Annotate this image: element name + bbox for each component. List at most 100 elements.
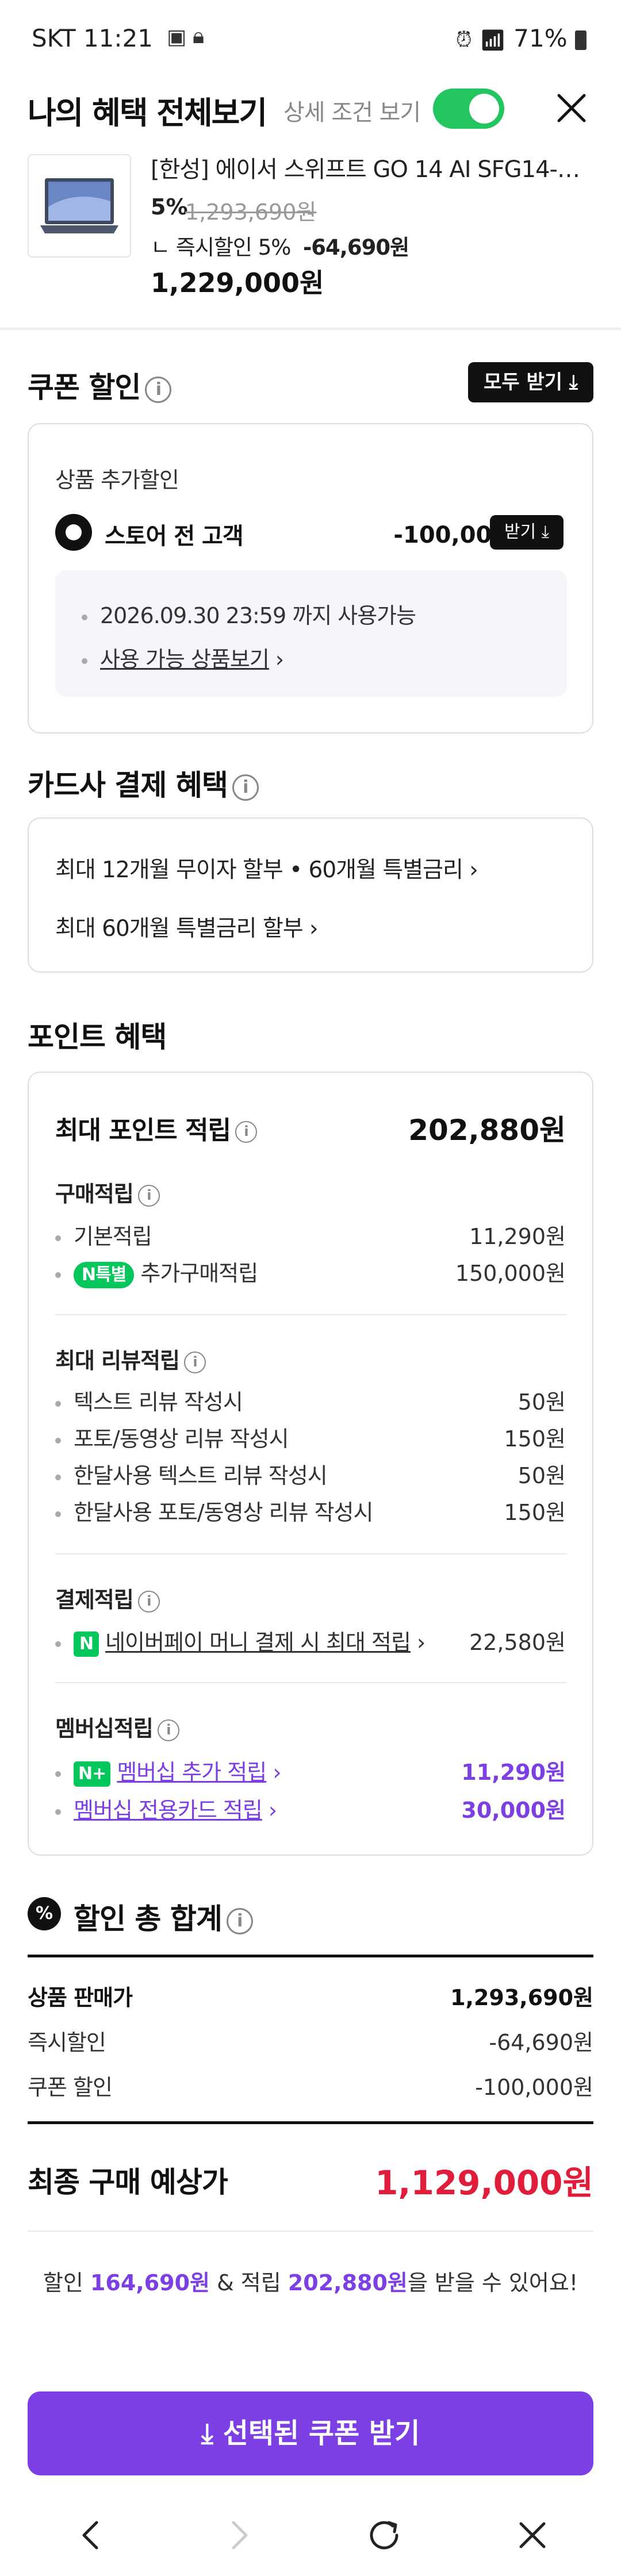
card-benefit-1[interactable]: 최대 12개월 무이자 할부 • 60개월 특별금리 › xyxy=(55,852,478,884)
membership-title: 멤버십적립 i xyxy=(55,1711,179,1742)
purchase-extra-label: 추가구매적립 xyxy=(140,1261,258,1286)
info-icon[interactable]: i xyxy=(157,1719,179,1741)
total-row-label: 상품 판매가 xyxy=(28,1985,133,2010)
purchase-basic-label: 기본적립 xyxy=(74,1224,152,1249)
coupon-detail: 2026.09.30 23:59 까지 사용가능 사용 가능 상품보기 › xyxy=(55,570,567,697)
page-title: 나의 혜택 전체보기 xyxy=(28,95,267,131)
total-section-title: 할인 총 합계 i xyxy=(74,1896,253,1937)
info-icon[interactable]: i xyxy=(226,1907,253,1934)
info-icon[interactable]: i xyxy=(232,774,259,801)
product-original-price: 1,293,690원 xyxy=(185,199,317,225)
total-row-label: 즉시할인 xyxy=(28,2030,106,2055)
summary-pre: 할인 xyxy=(43,2270,83,2295)
info-icon[interactable]: i xyxy=(184,1351,206,1373)
purchase-basic-value: 11,290원 xyxy=(469,1224,566,1249)
membership-card-row[interactable]: 멤버십 전용카드 적립 › xyxy=(55,1792,277,1824)
total-row-value: -100,000원 xyxy=(475,2075,593,2100)
download-icon: ⤓ xyxy=(569,371,578,394)
review-row: 텍스트 리뷰 작성시 xyxy=(55,1384,243,1416)
payment-title: 결제적립 i xyxy=(55,1582,160,1614)
max-points-label: 최대 포인트 적립 i xyxy=(55,1110,257,1146)
review-title-text: 최대 리뷰적립 xyxy=(55,1348,180,1373)
review-title: 최대 리뷰적립 i xyxy=(55,1343,206,1375)
close-icon[interactable] xyxy=(555,92,588,124)
purchase-title-text: 구매적립 xyxy=(55,1181,134,1207)
info-icon[interactable]: i xyxy=(137,1590,160,1613)
card-title: 카드사 결제 혜택 xyxy=(28,769,228,802)
receive-all-button[interactable]: 모두 받기 ⤓ xyxy=(468,362,593,402)
lock-icon: 🔒︎ xyxy=(193,23,205,48)
summary-discount: 164,690원 xyxy=(90,2270,210,2295)
points-box: 최대 포인트 적립 i 202,880원 구매적립 i 기본적립 11,290원 N… xyxy=(28,1072,593,1856)
summary-points: 202,880원 xyxy=(288,2270,408,2295)
membership-card-value: 30,000원 xyxy=(461,1798,566,1823)
membership-row[interactable]: N+ 멤버십 추가 적립 › xyxy=(55,1755,282,1787)
product-image xyxy=(28,154,131,258)
review-value: 150원 xyxy=(504,1426,566,1452)
instant-amount: -64,690원 xyxy=(302,235,409,260)
receive-all-label: 모두 받기 xyxy=(484,371,563,394)
info-icon[interactable]: i xyxy=(145,376,172,403)
review-label: 텍스트 리뷰 작성시 xyxy=(74,1389,243,1415)
product-name[interactable]: [한성] 에이서 스위프트 GO 14 AI SFG14-75-5... xyxy=(151,151,593,184)
review-label: 한달사용 텍스트 리뷰 작성시 xyxy=(74,1463,328,1488)
separator xyxy=(55,1553,567,1554)
status-right: ⏰︎ 📶︎ 71% xyxy=(456,24,586,52)
total-row-label: 쿠폰 할인 xyxy=(28,2075,113,2100)
product-price: 1,229,000원 xyxy=(151,267,324,298)
total-row-value: 1,293,690원 xyxy=(450,1985,593,2010)
payment-label: 네이버페이 머니 결제 시 최대 적립 xyxy=(105,1630,411,1655)
review-row: 한달사용 텍스트 리뷰 작성시 xyxy=(55,1458,328,1489)
coupon-section-title: 쿠폰 할인 i xyxy=(28,364,172,406)
info-icon[interactable]: i xyxy=(235,1121,257,1143)
detail-toggle-label: 상세 조건 보기 xyxy=(283,99,421,126)
product-instant-discount: ㄴ 즉시할인 5% -64,690원 xyxy=(151,230,409,261)
gallery-icon: ▣ xyxy=(167,25,187,49)
detail-toggle[interactable] xyxy=(433,89,504,129)
purchase-extra-value: 150,000원 xyxy=(455,1261,566,1286)
browser-nav-bar xyxy=(0,2495,621,2576)
coupon-box-title: 상품 추가할인 xyxy=(55,467,179,493)
n-special-badge: N특별 xyxy=(74,1261,135,1288)
coupon-products-text: 사용 가능 상품보기 xyxy=(100,647,270,672)
back-icon[interactable] xyxy=(68,2512,114,2558)
receive-selected-coupons-button[interactable]: ⤓ 선택된 쿠폰 받기 xyxy=(28,2391,593,2475)
review-label: 한달사용 포토/동영상 리뷰 작성시 xyxy=(74,1500,373,1525)
alarm-icon: ⏰︎ xyxy=(455,28,472,52)
refresh-icon[interactable] xyxy=(361,2512,407,2558)
info-icon[interactable]: i xyxy=(137,1184,160,1207)
battery-icon xyxy=(575,30,586,50)
close-tab-icon[interactable] xyxy=(509,2512,555,2558)
naverpay-icon: N xyxy=(74,1631,99,1657)
total-row-value: -64,690원 xyxy=(489,2030,593,2055)
toggle-knob xyxy=(469,94,499,124)
final-price-value: 1,129,000원 xyxy=(375,2163,593,2202)
max-points-text: 최대 포인트 적립 xyxy=(55,1116,231,1145)
card-box: 최대 12개월 무이자 할부 • 60개월 특별금리 › 최대 60개월 특별금… xyxy=(28,817,593,973)
wifi-icon: 📶︎ xyxy=(480,28,506,52)
final-price-label: 최종 구매 예상가 xyxy=(28,2166,228,2199)
max-points-value: 202,880원 xyxy=(408,1114,566,1147)
summary-mid: & 적립 xyxy=(217,2270,281,2295)
review-value: 50원 xyxy=(518,1463,566,1488)
status-bar: SKT 11:21 ▣ 🔒︎ ⏰︎ 📶︎ 71% xyxy=(0,0,621,75)
review-row: 포토/동영상 리뷰 작성시 xyxy=(55,1421,289,1453)
purchase-row-basic: 기본적립 xyxy=(55,1219,152,1250)
forward-icon[interactable] xyxy=(216,2512,262,2558)
payment-row[interactable]: N 네이버페이 머니 결제 시 최대 적립 › xyxy=(55,1625,425,1657)
download-icon: ⤓ xyxy=(201,2417,213,2450)
receive-coupon-button[interactable]: 받기 ⤓ xyxy=(490,515,564,550)
coupon-box: 상품 추가할인 스토어 전 고객 -100,000원 받기 ⤓ 2026.09.… xyxy=(28,423,593,734)
total-title: 할인 총 합계 xyxy=(74,1902,223,1936)
review-value: 150원 xyxy=(504,1500,566,1525)
payment-title-text: 결제적립 xyxy=(55,1587,134,1613)
percent-icon: % xyxy=(28,1897,61,1930)
membership-label: 멤버십 추가 적립 xyxy=(117,1760,267,1785)
coupon-products-link[interactable]: 사용 가능 상품보기 › xyxy=(82,642,284,673)
status-time: SKT 11:21 xyxy=(32,24,153,52)
card-section-title: 카드사 결제 혜택 i xyxy=(28,762,259,804)
card-benefit-2[interactable]: 최대 60개월 특별금리 할부 › xyxy=(55,911,319,943)
coupon-radio[interactable] xyxy=(55,514,92,551)
membership-card-label: 멤버십 전용카드 적립 xyxy=(74,1798,263,1823)
divider xyxy=(0,328,621,330)
